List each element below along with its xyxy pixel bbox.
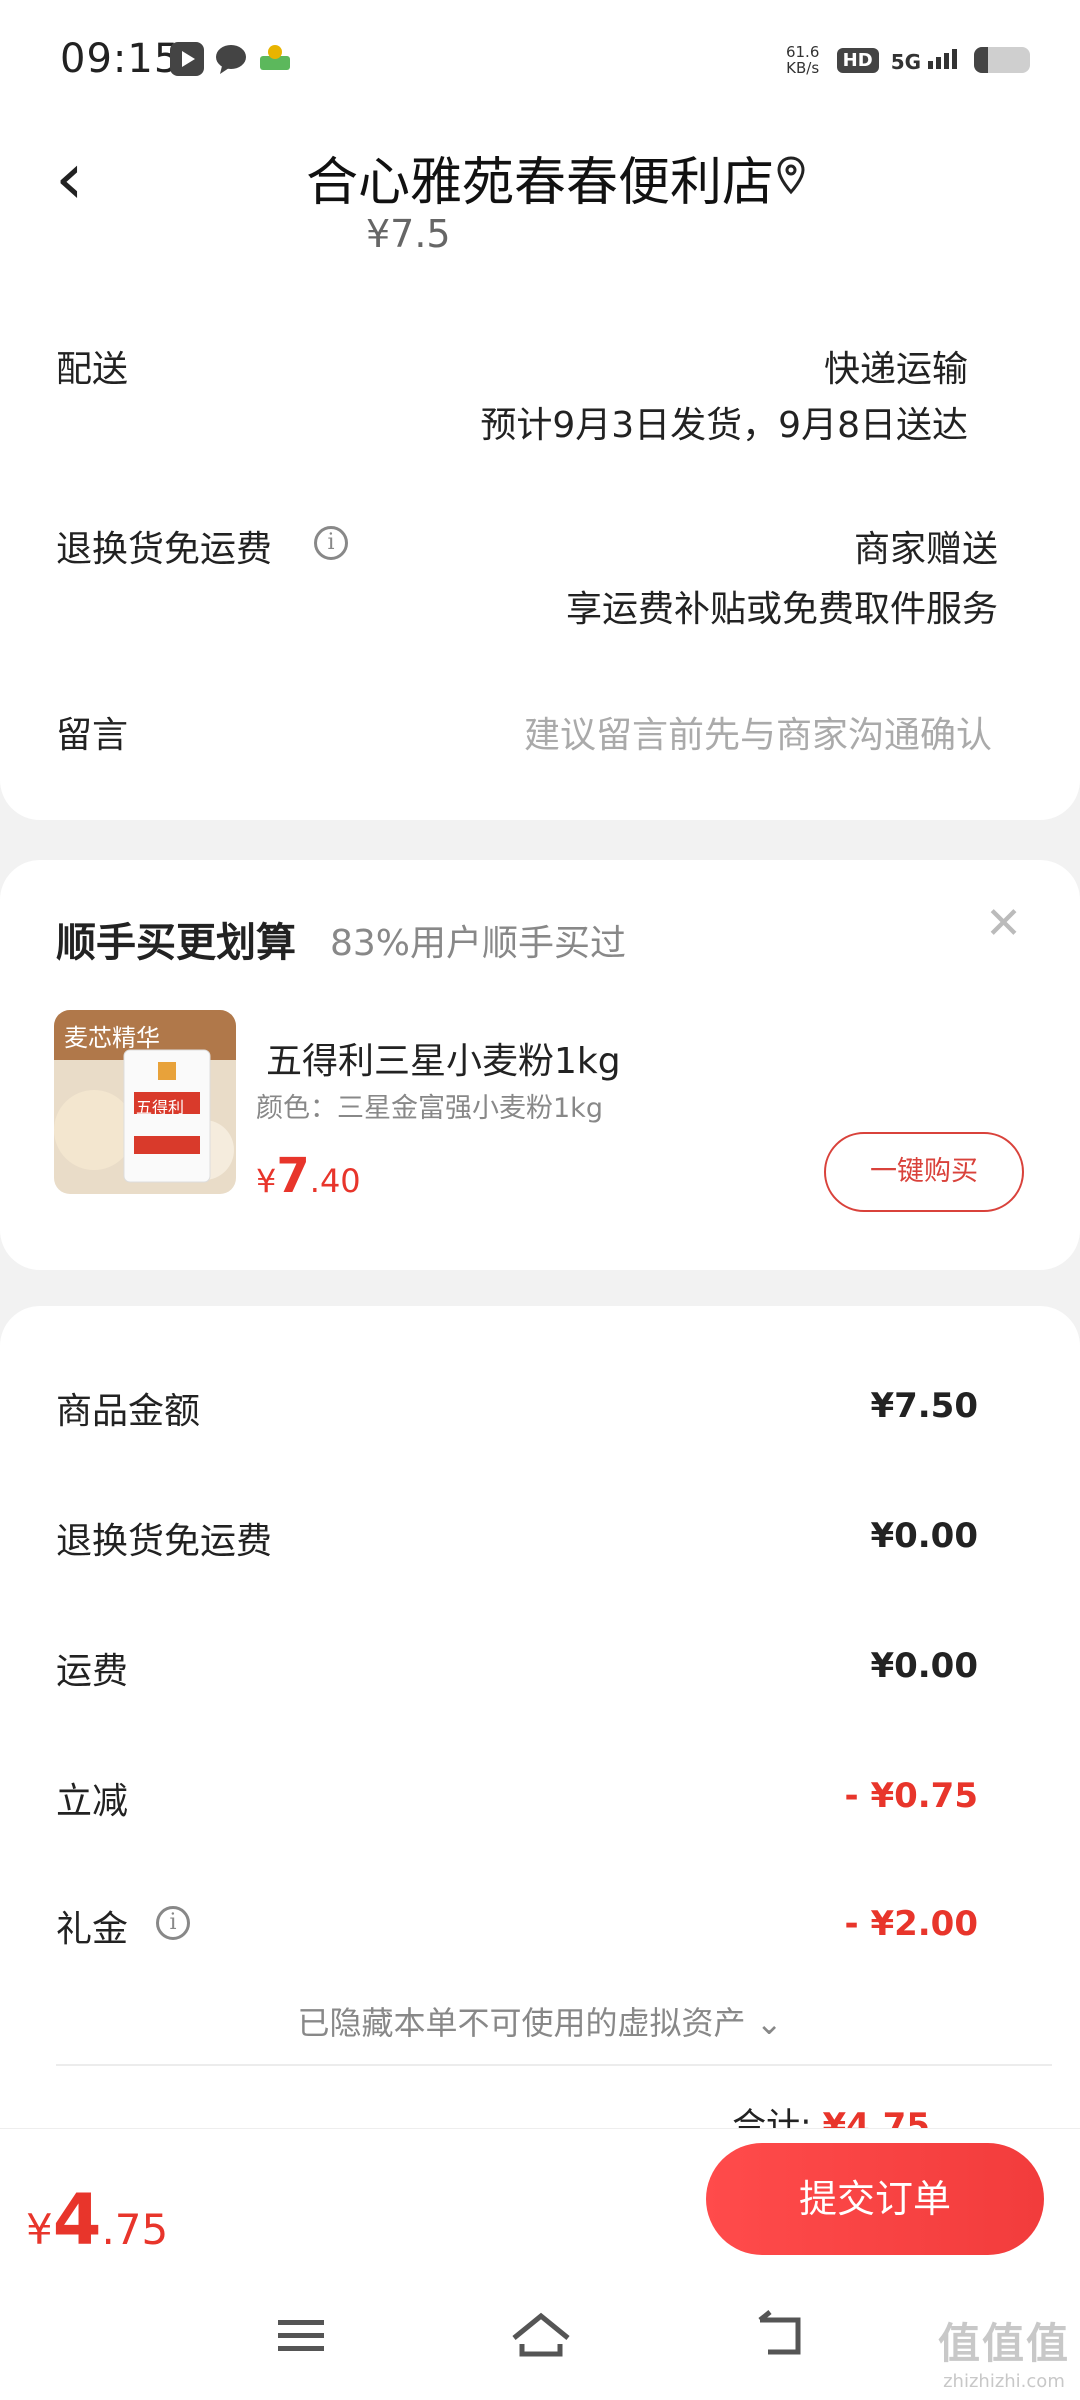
watermark: 值值值 zhizhizhi.com [937, 2319, 1070, 2392]
message-label: 留言 [56, 715, 129, 756]
system-nav-bar: 值值值 zhizhizhi.com [0, 2278, 1080, 2400]
pay-total: ¥4.75 [26, 2179, 169, 2261]
thumb-slogan: 麦芯精华 [64, 1024, 160, 1052]
status-time: 09:15 [60, 36, 181, 82]
video-app-icon [170, 42, 204, 76]
price-card: 商品金额 ¥7.50 退换货免运费 ¥0.00 运费 ¥0.00 立减 - ¥0.75 礼金 i -… [0, 1306, 1080, 2206]
menu-icon[interactable] [266, 2306, 336, 2366]
price-row-label: 礼金 [56, 1909, 129, 1950]
price-row-label: 运费 [56, 1651, 129, 1692]
hidden-assets-toggle[interactable]: 已隐藏本单不可使用的虚拟资产 ⌄ [0, 1998, 1080, 2044]
price-row-label: 商品金额 [56, 1391, 201, 1432]
delivery-method: 快递运输 [823, 349, 968, 390]
network-speed: 61.6 KB/s [785, 43, 820, 77]
page-header: ‹ 合心雅苑春春便利店 [0, 120, 1080, 240]
back-nav-icon[interactable] [748, 2306, 818, 2366]
hd-badge: HD [836, 47, 879, 73]
recommend-card: 顺手买更划算 83%用户顺手买过 ✕ 麦芯精华 五得利 五得利三星小麦粉1kg … [0, 860, 1080, 1270]
product-thumbnail[interactable]: 麦芯精华 五得利 [54, 1010, 236, 1194]
product-name[interactable]: 五得利三星小麦粉1kg [266, 1032, 621, 1084]
battery-icon [974, 47, 1030, 73]
price-row-value: ¥7.50 [870, 1386, 978, 1426]
return-shipping-value: 商家赠送 [853, 529, 998, 570]
price-row-value: - ¥2.00 [844, 1904, 979, 1944]
product-option: 颜色：三星金富强小麦粉1kg [256, 1093, 603, 1124]
info-icon[interactable]: i [314, 526, 348, 560]
return-shipping-label: 退换货免运费 [56, 529, 273, 570]
price-row-value: ¥0.00 [870, 1516, 978, 1556]
shipping-card: ¥7.5 配送 快递运输 预计9月3日发货，9月8日送达 退换货免运费 i 商家… [0, 212, 1080, 820]
delivery-label: 配送 [56, 349, 129, 390]
one-click-buy-button[interactable]: 一键购买 [824, 1132, 1024, 1212]
price-row-label: 立减 [56, 1781, 129, 1822]
message-icon [214, 42, 248, 76]
price-row-value: - ¥0.75 [844, 1776, 979, 1816]
status-bar: 09:15 61.6 KB/s HD 5G [0, 0, 1080, 120]
price-row-label: 退换货免运费 [56, 1521, 273, 1562]
submit-order-button[interactable]: 提交订单 [706, 2143, 1044, 2255]
chevron-down-icon: ⌄ [755, 2004, 783, 2042]
info-icon[interactable]: i [156, 1906, 190, 1940]
signal-5g-icon: 5G [891, 47, 962, 74]
delivery-estimate: 预计9月3日发货，9月8日送达 [480, 405, 968, 446]
recommend-title: 顺手买更划算 [56, 920, 296, 966]
home-icon[interactable] [506, 2306, 576, 2366]
close-icon[interactable]: ✕ [985, 898, 1022, 949]
location-pin-icon[interactable] [776, 156, 806, 196]
thumb-brand: 五得利 [136, 1098, 185, 1117]
return-shipping-desc: 享运费补贴或免费取件服务 [565, 589, 998, 630]
game-app-icon [258, 42, 292, 76]
message-input[interactable]: 建议留言前先与商家沟通确认 [524, 706, 992, 758]
price-row-value: ¥0.00 [870, 1646, 978, 1686]
product-price: ¥7.40 [256, 1148, 361, 1204]
store-name: 合心雅苑春春便利店 [305, 153, 774, 213]
divider [56, 2064, 1052, 2066]
partial-price: ¥7.5 [366, 212, 451, 256]
recommend-subtitle: 83%用户顺手买过 [330, 923, 627, 964]
bottom-action-bar: ¥4.75 提交订单 [0, 2128, 1080, 2279]
